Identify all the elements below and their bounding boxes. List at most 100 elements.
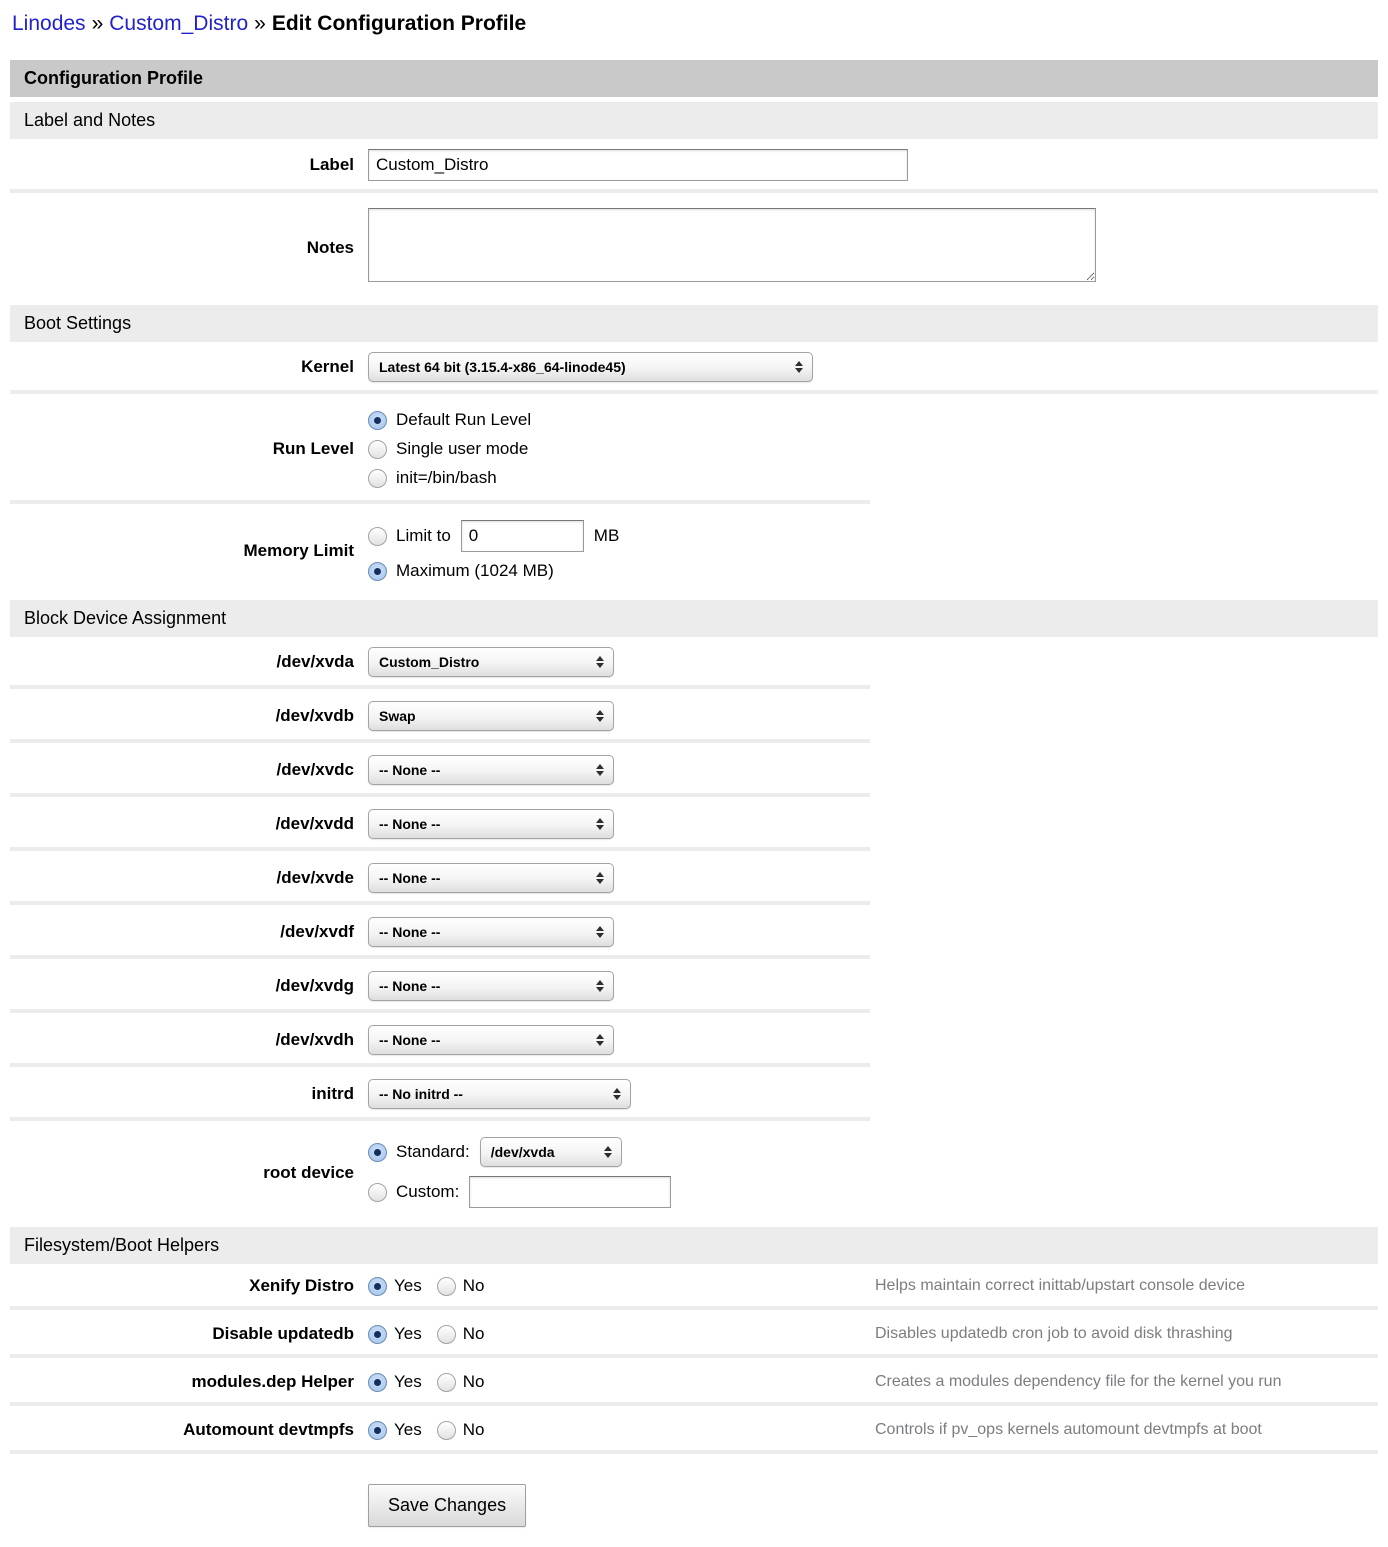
save-area: Save Changes: [368, 1484, 1378, 1527]
device-xvde-select[interactable]: -- None --: [368, 863, 614, 893]
root-device-standard-radio[interactable]: [368, 1143, 387, 1162]
notes-field-label: Notes: [10, 238, 368, 258]
run-level-init-bash-label: init=/bin/bash: [396, 468, 497, 488]
kernel-row: Kernel Latest 64 bit (3.15.4-x86_64-lino…: [10, 342, 1378, 392]
xenify-distro-row: Xenify Distro Yes No Helps maintain corr…: [10, 1264, 1378, 1308]
breadcrumb-current-page: Edit Configuration Profile: [272, 12, 526, 35]
device-xvdb-label: /dev/xvdb: [10, 706, 368, 726]
memory-limit-row: Memory Limit Limit to MB Maximum (1024 M…: [10, 506, 1378, 595]
section-header-filesystem-boot-helpers: Filesystem/Boot Helpers: [10, 1227, 1378, 1264]
select-stepper-icon: [596, 710, 604, 722]
kernel-select[interactable]: Latest 64 bit (3.15.4-x86_64-linode45): [368, 352, 813, 382]
device-row-xvdd: /dev/xvdd -- None --: [10, 799, 1378, 849]
disable-updatedb-yes-radio[interactable]: [368, 1325, 387, 1344]
no-label: No: [463, 1372, 485, 1392]
run-level-init-bash-radio[interactable]: [368, 469, 387, 488]
disable-updatedb-no-radio[interactable]: [437, 1325, 456, 1344]
notes-row: Notes: [10, 195, 1378, 300]
device-xvdb-select[interactable]: Swap: [368, 701, 614, 731]
label-row: Label: [10, 139, 1378, 191]
disable-updatedb-label: Disable updatedb: [10, 1324, 368, 1344]
device-xvdf-select-value: -- None --: [379, 924, 440, 940]
section-header-block-device-assignment: Block Device Assignment: [10, 600, 1378, 637]
device-xvdg-select[interactable]: -- None --: [368, 971, 614, 1001]
device-xvdh-label: /dev/xvdh: [10, 1030, 368, 1050]
xenify-distro-no-radio[interactable]: [437, 1277, 456, 1296]
root-device-standard-select[interactable]: /dev/xvda: [480, 1137, 622, 1167]
root-device-row: root device Standard: /dev/xvda Custom:: [10, 1123, 1378, 1222]
initrd-select[interactable]: -- No initrd --: [368, 1079, 631, 1109]
device-row-xvdb: /dev/xvdb Swap: [10, 691, 1378, 741]
no-label: No: [463, 1276, 485, 1296]
root-device-standard-select-value: /dev/xvda: [491, 1144, 555, 1160]
device-row-xvdf: /dev/xvdf -- None --: [10, 907, 1378, 957]
yes-label: Yes: [394, 1324, 422, 1344]
device-xvdc-select-value: -- None --: [379, 762, 440, 778]
run-level-default-radio[interactable]: [368, 411, 387, 430]
memory-maximum-radio[interactable]: [368, 562, 387, 581]
device-xvdh-select[interactable]: -- None --: [368, 1025, 614, 1055]
modules-dep-help-text: Creates a modules dependency file for th…: [875, 1373, 1378, 1391]
save-changes-button[interactable]: Save Changes: [368, 1484, 526, 1527]
automount-devtmpfs-yes-radio[interactable]: [368, 1421, 387, 1440]
root-device-custom-radio[interactable]: [368, 1183, 387, 1202]
notes-textarea[interactable]: [368, 208, 1096, 282]
automount-devtmpfs-row: Automount devtmpfs Yes No Controls if pv…: [10, 1408, 1378, 1452]
memory-maximum-label: Maximum (1024 MB): [396, 561, 554, 581]
root-device-standard-label: Standard:: [396, 1142, 470, 1162]
select-stepper-icon: [596, 980, 604, 992]
device-row-xvdg: /dev/xvdg -- None --: [10, 961, 1378, 1011]
device-row-xvdc: /dev/xvdc -- None --: [10, 745, 1378, 795]
memory-limit-input[interactable]: [461, 520, 584, 552]
yes-label: Yes: [394, 1276, 422, 1296]
device-xvde-select-value: -- None --: [379, 870, 440, 886]
run-level-single-user-label: Single user mode: [396, 439, 528, 459]
select-stepper-icon: [596, 926, 604, 938]
select-stepper-icon: [596, 656, 604, 668]
configuration-profile-panel: Configuration Profile Label and Notes La…: [10, 60, 1378, 1527]
device-xvdc-select[interactable]: -- None --: [368, 755, 614, 785]
device-xvdc-label: /dev/xvdc: [10, 760, 368, 780]
section-header-label-and-notes: Label and Notes: [10, 102, 1378, 139]
device-xvdh-select-value: -- None --: [379, 1032, 440, 1048]
device-row-xvdh: /dev/xvdh -- None --: [10, 1015, 1378, 1065]
breadcrumb-link-linode[interactable]: Custom_Distro: [109, 12, 248, 35]
initrd-row: initrd -- No initrd --: [10, 1069, 1378, 1119]
yes-label: Yes: [394, 1372, 422, 1392]
select-stepper-icon: [596, 872, 604, 884]
yes-label: Yes: [394, 1420, 422, 1440]
memory-limit-unit-label: MB: [594, 526, 620, 546]
kernel-select-value: Latest 64 bit (3.15.4-x86_64-linode45): [379, 359, 626, 375]
root-device-custom-input[interactable]: [469, 1176, 671, 1208]
device-xvda-select[interactable]: Custom_Distro: [368, 647, 614, 677]
xenify-distro-yes-radio[interactable]: [368, 1277, 387, 1296]
device-xvdd-select[interactable]: -- None --: [368, 809, 614, 839]
automount-devtmpfs-label: Automount devtmpfs: [10, 1420, 368, 1440]
disable-updatedb-help-text: Disables updatedb cron job to avoid disk…: [875, 1325, 1378, 1343]
device-xvdg-select-value: -- None --: [379, 978, 440, 994]
run-level-row: Run Level Default Run Level Single user …: [10, 396, 1378, 502]
select-stepper-icon: [596, 818, 604, 830]
device-xvde-label: /dev/xvde: [10, 868, 368, 888]
page: Linodes»Custom_Distro»Edit Configuration…: [0, 0, 1388, 1547]
label-input[interactable]: [368, 149, 908, 181]
device-xvdb-select-value: Swap: [379, 708, 416, 724]
modules-dep-no-radio[interactable]: [437, 1373, 456, 1392]
breadcrumb-link-linodes[interactable]: Linodes: [12, 12, 86, 35]
initrd-select-value: -- No initrd --: [379, 1086, 463, 1102]
device-xvdf-select[interactable]: -- None --: [368, 917, 614, 947]
automount-devtmpfs-no-radio[interactable]: [437, 1421, 456, 1440]
memory-limit-to-radio[interactable]: [368, 527, 387, 546]
run-level-label: Run Level: [10, 439, 368, 459]
select-stepper-icon: [613, 1088, 621, 1100]
device-xvdd-label: /dev/xvdd: [10, 814, 368, 834]
section-header-boot-settings: Boot Settings: [10, 305, 1378, 342]
select-stepper-icon: [795, 361, 803, 373]
root-device-label: root device: [10, 1163, 368, 1183]
run-level-single-user-radio[interactable]: [368, 440, 387, 459]
modules-dep-yes-radio[interactable]: [368, 1373, 387, 1392]
device-row-xvda: /dev/xvda Custom_Distro: [10, 637, 1378, 687]
root-device-custom-label: Custom:: [396, 1182, 459, 1202]
breadcrumb-separator: »: [254, 12, 266, 35]
device-xvda-label: /dev/xvda: [10, 652, 368, 672]
